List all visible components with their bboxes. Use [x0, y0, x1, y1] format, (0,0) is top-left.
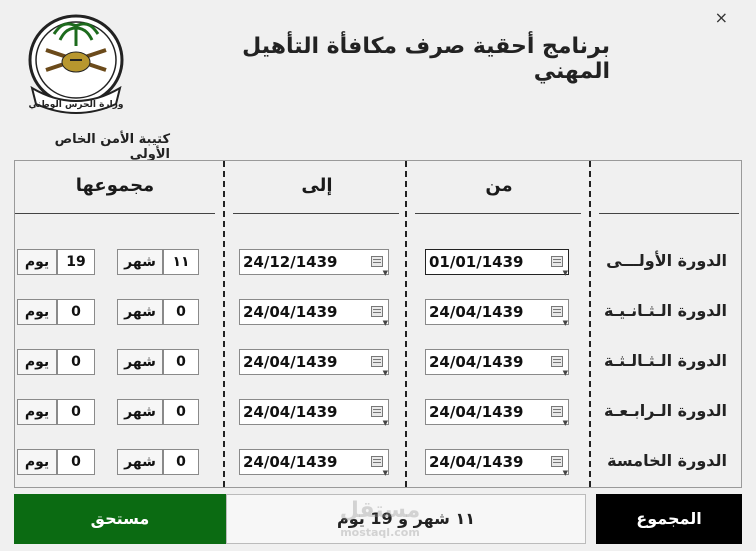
days-value: 19 [57, 249, 95, 275]
close-icon[interactable]: × [715, 8, 728, 27]
days-label: يوم [17, 449, 57, 475]
months-label: شهر [117, 449, 163, 475]
column-separator [223, 161, 225, 487]
days-label: يوم [17, 399, 57, 425]
header-underline [415, 213, 581, 214]
row-label: الدورة الأولـــى [606, 251, 727, 270]
to-date-picker[interactable]: 24/04/1439 ▼ [239, 399, 389, 427]
days-label: يوم [17, 299, 57, 325]
to-date-picker[interactable]: 24/04/1439 ▼ [239, 299, 389, 327]
to-date-picker[interactable]: 24/12/1439 ▼ [239, 249, 389, 277]
watermark-text: مستقل [339, 498, 421, 523]
months-value: 0 [163, 449, 199, 475]
from-date-picker[interactable]: 01/01/1439 ▼ [425, 249, 569, 277]
column-separator [405, 161, 407, 487]
column-separator [589, 161, 591, 487]
from-date-picker[interactable]: 24/04/1439 ▼ [425, 449, 569, 477]
page-title: برنامج أحقية صرف مكافأة التأهيل المهني [242, 34, 610, 84]
calendar-icon[interactable]: ▼ [551, 456, 568, 477]
calendar-icon[interactable]: ▼ [371, 356, 388, 377]
periods-panel: من إلى مجموعها الدورة الأولـــى 01/01/14… [14, 160, 742, 488]
calendar-icon[interactable]: ▼ [371, 406, 388, 427]
days-label: يوم [17, 249, 57, 275]
months-value: 0 [163, 349, 199, 375]
watermark: مستقل mostaql.com [320, 494, 440, 544]
header-to: إلى [301, 175, 333, 196]
calendar-icon[interactable]: ▼ [371, 306, 388, 327]
total-button[interactable]: المجموع [596, 494, 742, 544]
to-date-picker[interactable]: 24/04/1439 ▼ [239, 349, 389, 377]
header-underline [15, 213, 215, 214]
app-window: × وزارة الحرس الوطني برنامج أحقية صرف مك… [0, 0, 756, 551]
days-value: 0 [57, 399, 95, 425]
months-value: 0 [163, 399, 199, 425]
months-label: شهر [117, 249, 163, 275]
header-underline [599, 213, 739, 214]
from-date-picker[interactable]: 24/04/1439 ▼ [425, 349, 569, 377]
calendar-icon[interactable]: ▼ [371, 256, 388, 277]
ministry-emblem-icon: وزارة الحرس الوطني [28, 14, 124, 114]
watermark-sub: mostaql.com [340, 526, 420, 539]
calendar-icon[interactable]: ▼ [551, 356, 568, 377]
months-label: شهر [117, 349, 163, 375]
calendar-icon[interactable]: ▼ [551, 406, 568, 427]
from-date-picker[interactable]: 24/04/1439 ▼ [425, 399, 569, 427]
calendar-icon[interactable]: ▼ [551, 256, 568, 277]
days-value: 0 [57, 449, 95, 475]
row-label: الدورة الـثـالـثـة [603, 351, 727, 370]
header-total: مجموعها [75, 175, 155, 196]
row-label: الدورة الخامسة [607, 451, 727, 470]
header-underline [233, 213, 399, 214]
months-label: شهر [117, 399, 163, 425]
emblem-ribbon-text: وزارة الحرس الوطني [29, 100, 124, 110]
days-label: يوم [17, 349, 57, 375]
status-badge: مستحق [14, 494, 226, 544]
months-value: 0 [163, 299, 199, 325]
months-value: ١١ [163, 249, 199, 275]
unit-name: كتيبة الأمن الخاص الأولى [54, 132, 170, 162]
row-label: الدورة الـرابـعـة [604, 401, 727, 420]
months-label: شهر [117, 299, 163, 325]
calendar-icon[interactable]: ▼ [371, 456, 388, 477]
calendar-icon[interactable]: ▼ [551, 306, 568, 327]
days-value: 0 [57, 299, 95, 325]
to-date-picker[interactable]: 24/04/1439 ▼ [239, 449, 389, 477]
header-from: من [485, 175, 513, 196]
row-label: الدورة الـثـانـيـة [603, 301, 727, 320]
from-date-picker[interactable]: 24/04/1439 ▼ [425, 299, 569, 327]
days-value: 0 [57, 349, 95, 375]
